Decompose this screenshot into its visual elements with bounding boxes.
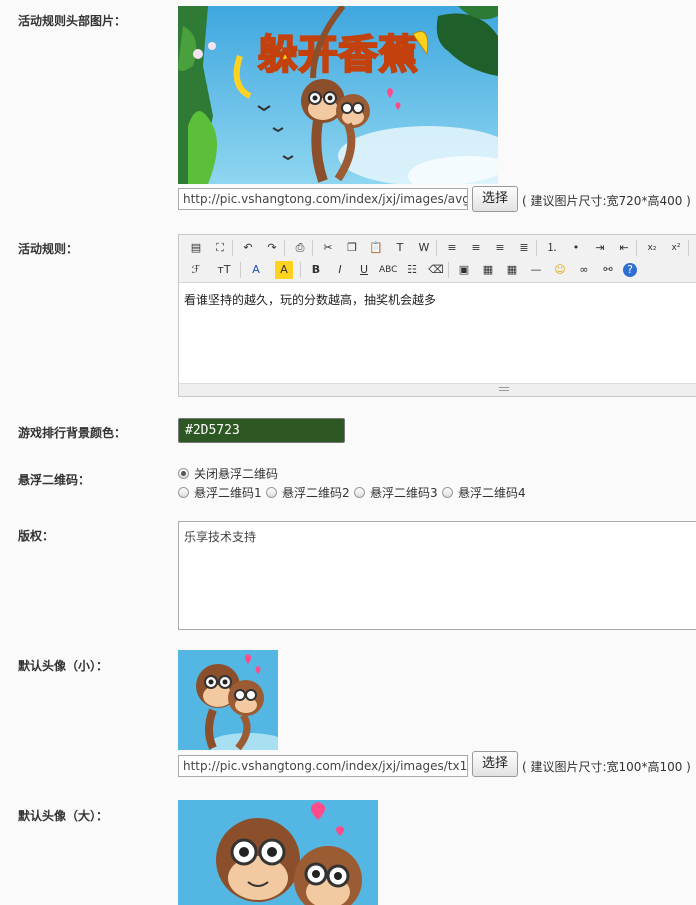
align-center-icon[interactable]: ≡ bbox=[467, 239, 485, 257]
rules-rich-text-editor: ▤ ⛶ ↶ ↷ ⎙ ✂ ❐ 📋 T W ≡ ≡ ≡ ≣ ⒈ • ⇥ ⇤ x₂ x² ℱтT A A B I U ABC ☷ ⌫ ▣ ▦ ▦ — ☺… bbox=[178, 234, 696, 397]
radio-qr-off[interactable]: 关闭悬浮二维码 bbox=[178, 465, 278, 482]
floating-qr-label: 悬浮二维码： bbox=[18, 473, 91, 487]
emoticon-icon[interactable]: ☺ bbox=[551, 261, 569, 279]
font-size-icon[interactable]: тT bbox=[215, 261, 233, 279]
rules-header-image: 躲开香蕉 bbox=[178, 6, 498, 184]
radio-label: 关闭悬浮二维码 bbox=[194, 467, 279, 481]
rules-editor-content[interactable]: 看谁坚持的越久，玩的分数越高，抽奖机会越多 bbox=[179, 283, 696, 365]
ranking-bg-color-input[interactable]: #2D5723 bbox=[178, 418, 345, 443]
copyright-textarea[interactable]: 乐享技术支持 bbox=[178, 521, 696, 630]
paste-icon[interactable]: 📋 bbox=[367, 239, 385, 257]
rules-image-label: 活动规则头部图片： bbox=[18, 14, 127, 28]
avatar-small-image bbox=[178, 650, 278, 750]
toolbar-separator bbox=[312, 240, 313, 256]
radio-label: 悬浮二维码3 bbox=[370, 486, 438, 500]
rules-image-size-hint: ( 建议图片尺寸:宽720*高400 ) bbox=[522, 194, 691, 208]
radio-dot[interactable] bbox=[266, 487, 277, 498]
indent-icon[interactable]: ⇥ bbox=[591, 239, 609, 257]
avatar-large-label: 默认头像（大）： bbox=[18, 809, 109, 823]
italic-icon[interactable]: I bbox=[331, 261, 349, 279]
radio-dot[interactable] bbox=[442, 487, 453, 498]
ranking-bg-label: 游戏排行背景颜色： bbox=[18, 426, 127, 440]
strikethrough-icon[interactable]: ABC bbox=[379, 261, 397, 279]
rules-label: 活动规则： bbox=[18, 242, 79, 256]
editor-resize-handle[interactable] bbox=[179, 383, 696, 396]
radio-label: 悬浮二维码1 bbox=[194, 486, 262, 500]
radio-qr-2[interactable]: 悬浮二维码2 bbox=[266, 484, 350, 501]
radio-dot[interactable] bbox=[178, 487, 189, 498]
multi-image-icon[interactable]: ▦ bbox=[479, 261, 497, 279]
copyright-label: 版权： bbox=[18, 529, 55, 543]
help-icon[interactable]: ? bbox=[623, 263, 637, 277]
toolbar-separator bbox=[232, 240, 233, 256]
radio-dot[interactable] bbox=[178, 468, 189, 479]
toolbar-separator bbox=[300, 262, 301, 278]
radio-qr-4[interactable]: 悬浮二维码4 bbox=[442, 484, 526, 501]
bold-icon[interactable]: B bbox=[307, 261, 325, 279]
editor-toolbar: ▤ ⛶ ↶ ↷ ⎙ ✂ ❐ 📋 T W ≡ ≡ ≡ ≣ ⒈ • ⇥ ⇤ x₂ x² ℱтT A A B I U ABC ☷ ⌫ ▣ ▦ ▦ — ☺… bbox=[179, 235, 696, 283]
toolbar-separator bbox=[536, 240, 537, 256]
avatar-small-url-input[interactable]: http://pic.vshangtong.com/index/jxj/imag… bbox=[178, 755, 468, 777]
line-height-icon[interactable]: ☷ bbox=[403, 261, 421, 279]
avatar-small-size-hint: ( 建议图片尺寸:宽100*高100 ) bbox=[522, 760, 691, 774]
toolbar-separator bbox=[448, 262, 449, 278]
radio-dot[interactable] bbox=[354, 487, 365, 498]
link-icon[interactable]: ∞ bbox=[575, 261, 593, 279]
radio-label: 悬浮二维码2 bbox=[282, 486, 350, 500]
radio-label: 悬浮二维码4 bbox=[458, 486, 526, 500]
highlight-icon[interactable]: A bbox=[275, 261, 293, 279]
rules-image-url-input[interactable]: http://pic.vshangtong.com/index/jxj/imag… bbox=[178, 188, 468, 210]
toolbar-separator bbox=[436, 240, 437, 256]
source-icon[interactable]: ▤ bbox=[187, 239, 205, 257]
hr-icon[interactable]: — bbox=[527, 261, 545, 279]
table-icon[interactable]: ▦ bbox=[503, 261, 521, 279]
outdent-icon[interactable]: ⇤ bbox=[615, 239, 633, 257]
unlink-icon[interactable]: ⚯ bbox=[599, 261, 617, 279]
toolbar-separator bbox=[688, 240, 689, 256]
print-icon[interactable]: ⎙ bbox=[291, 239, 309, 257]
font-family-icon[interactable]: ℱ bbox=[187, 261, 205, 279]
avatar-small-label: 默认头像（小）： bbox=[18, 659, 109, 673]
align-left-icon[interactable]: ≡ bbox=[443, 239, 461, 257]
undo-icon[interactable]: ↶ bbox=[239, 239, 257, 257]
ordered-list-icon[interactable]: ⒈ bbox=[543, 239, 561, 257]
superscript-icon[interactable]: x² bbox=[667, 239, 685, 257]
fullscreen-icon[interactable]: ⛶ bbox=[211, 239, 229, 257]
unordered-list-icon[interactable]: • bbox=[567, 239, 585, 257]
subscript-icon[interactable]: x₂ bbox=[643, 239, 661, 257]
justify-icon[interactable]: ≣ bbox=[515, 239, 533, 257]
font-color-icon[interactable]: A bbox=[247, 261, 265, 279]
redo-icon[interactable]: ↷ bbox=[263, 239, 281, 257]
copy-icon[interactable]: ❐ bbox=[343, 239, 361, 257]
avatar-small-choose-button[interactable]: 选择 bbox=[472, 751, 518, 777]
toolbar-separator bbox=[636, 240, 637, 256]
image-icon[interactable]: ▣ bbox=[455, 261, 473, 279]
paste-word-icon[interactable]: W bbox=[415, 239, 433, 257]
radio-qr-3[interactable]: 悬浮二维码3 bbox=[354, 484, 438, 501]
radio-qr-1[interactable]: 悬浮二维码1 bbox=[178, 484, 262, 501]
avatar-large-image bbox=[178, 800, 378, 905]
underline-icon[interactable]: U bbox=[355, 261, 373, 279]
align-right-icon[interactable]: ≡ bbox=[491, 239, 509, 257]
game-title-text: 躲开香蕉 bbox=[258, 32, 418, 78]
paste-text-icon[interactable]: T bbox=[391, 239, 409, 257]
toolbar-separator bbox=[240, 262, 241, 278]
toolbar-separator bbox=[284, 240, 285, 256]
clear-format-icon[interactable]: ⌫ bbox=[427, 261, 445, 279]
rules-image-choose-button[interactable]: 选择 bbox=[472, 186, 518, 212]
cut-icon[interactable]: ✂ bbox=[319, 239, 337, 257]
